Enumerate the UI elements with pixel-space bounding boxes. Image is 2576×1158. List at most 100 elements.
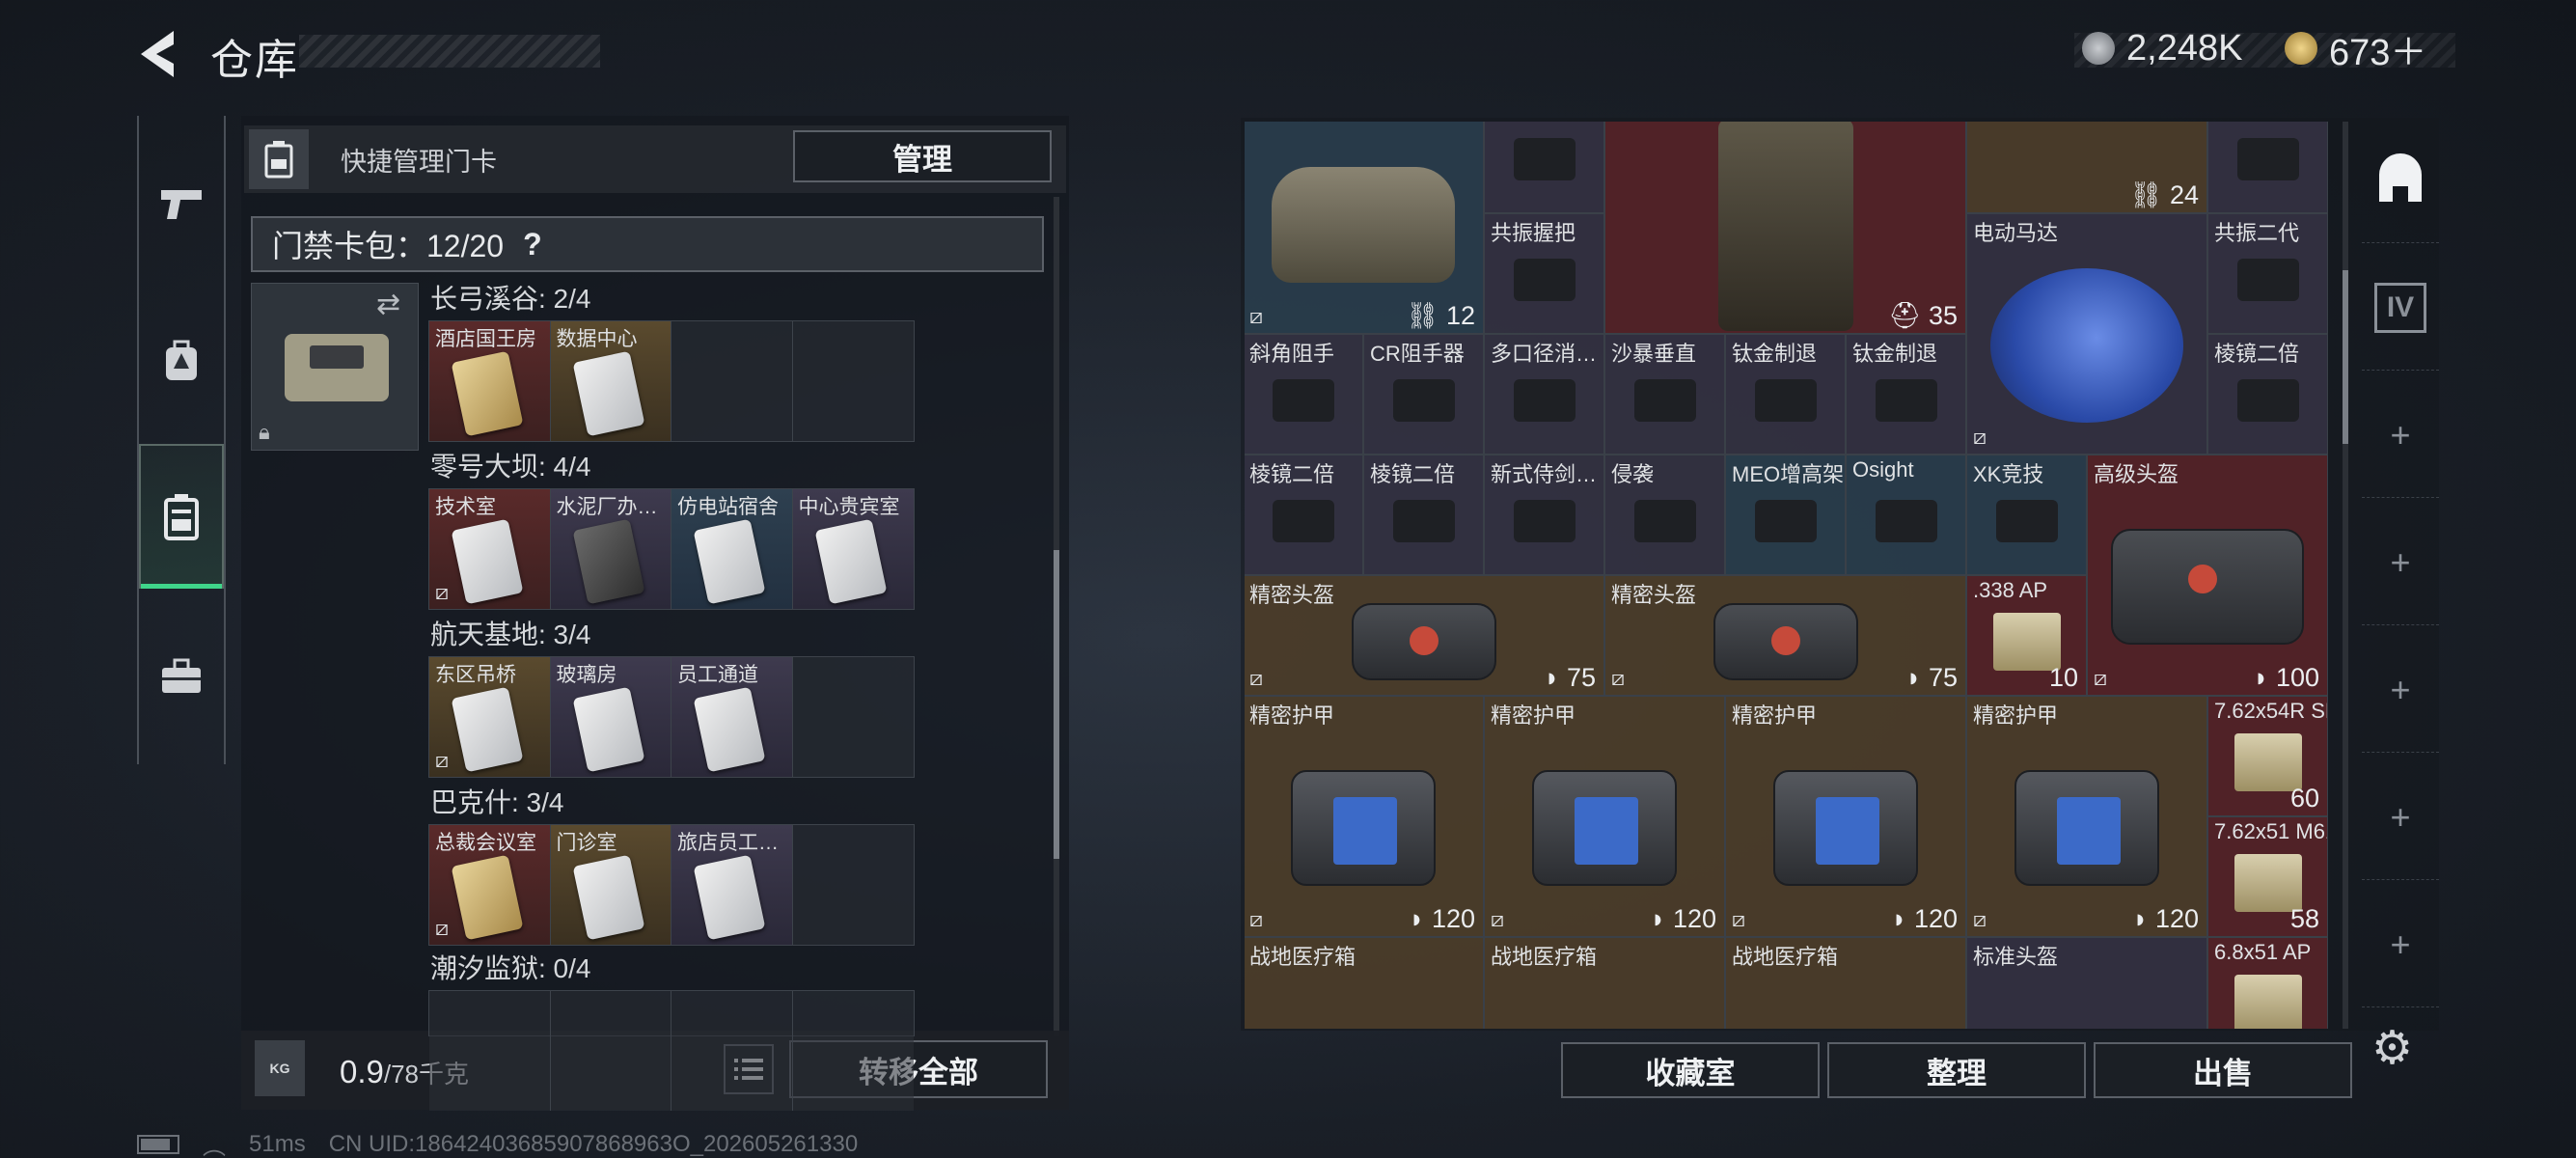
swap-icon[interactable]: ⇄	[376, 288, 400, 321]
empty-keycard-slot[interactable]	[671, 991, 793, 1111]
stash-item[interactable]: XK竞技	[1966, 455, 2087, 575]
keycard-slot[interactable]: 总裁会议室 ⧄	[429, 825, 551, 945]
duffel-bag-image	[1272, 167, 1455, 284]
keycard-slot[interactable]: 玻璃房	[550, 657, 671, 777]
stash-item[interactable]: 棱镜二倍	[2207, 334, 2328, 455]
empty-keycard-slot[interactable]	[792, 991, 914, 1111]
pistol-icon	[161, 190, 202, 219]
stash-item[interactable]: 电动马达 ⧄	[1966, 213, 2207, 455]
stash-item[interactable]: 棱镜二倍	[1245, 455, 1363, 575]
stash-item[interactable]: 多口径消…	[1484, 334, 1604, 455]
stash-item-count: 58	[2289, 904, 2319, 933]
stash-item[interactable]: .338 AP 10	[1966, 575, 2087, 696]
attachment-image	[1875, 499, 1937, 542]
stash-tab[interactable]	[2362, 118, 2439, 243]
stash-item-label: 共振握把	[1491, 221, 1576, 245]
empty-keycard-slot[interactable]	[671, 321, 793, 441]
help-icon[interactable]: ?	[523, 227, 542, 262]
stash-item[interactable]: 沙暴垂直	[1604, 334, 1725, 455]
stash-item[interactable]: 战地医疗箱	[1725, 937, 1966, 1029]
stash-item-label: 7.62x54R SNB	[2214, 699, 2327, 723]
add-tab[interactable]: +	[2362, 882, 2439, 1007]
gear-tab[interactable]	[139, 290, 224, 434]
stash-item[interactable]: 精密头盔 ◗ 75 ⧄	[1604, 575, 1966, 696]
quick-manage-label: 快捷管理门卡	[341, 148, 497, 177]
supplies-tab[interactable]	[139, 604, 224, 749]
stash-item[interactable]: ⛑ 35	[1604, 122, 1966, 334]
keycard-slot[interactable]: 门诊室	[550, 825, 671, 945]
empty-keycard-slot[interactable]	[550, 991, 671, 1111]
attachment-image	[1513, 378, 1576, 422]
stash-item[interactable]: CR阻手器	[1363, 334, 1484, 455]
page-title: 仓库	[210, 37, 299, 84]
stash-item[interactable]: 7.62x51 M61 58	[2207, 816, 2328, 937]
empty-keycard-slot[interactable]	[792, 321, 914, 441]
keycard-slot[interactable]: 旅店员工…	[671, 825, 793, 945]
stash-item-label: 钛金制退	[1852, 342, 1938, 366]
electric-motor-image	[1990, 268, 2183, 424]
keycard-tab[interactable]	[139, 444, 224, 589]
stash-item[interactable]: 精密头盔 ◗ 75 ⧄	[1245, 575, 1604, 696]
gear-icon[interactable]: ⚙	[2371, 1021, 2413, 1075]
stash-item[interactable]: ⛓ 24	[1966, 122, 2207, 213]
stash-icon	[2379, 152, 2422, 202]
add-tab[interactable]: +	[2362, 372, 2439, 498]
stash-item[interactable]: 三角洲 ⛓ 12 ⧄	[1245, 122, 1484, 334]
stash-item[interactable]: 棱镜二倍	[1363, 455, 1484, 575]
stash-item[interactable]	[2207, 122, 2328, 213]
attachment-image	[2236, 137, 2299, 180]
currency-gold[interactable]: 673＋	[2285, 27, 2426, 73]
tier4-tab[interactable]: IV	[2362, 245, 2439, 371]
stash-item[interactable]: 标准头盔	[1966, 937, 2207, 1029]
stash-item[interactable]	[1484, 122, 1604, 213]
sell-button[interactable]: 出售	[2094, 1042, 2352, 1098]
stash-item-count: ◗ 120	[2132, 904, 2199, 933]
keycard-slot[interactable]: 技术室 ⧄	[429, 489, 551, 609]
keycard-slot[interactable]: 员工通道	[671, 657, 793, 777]
stash-scrollbar-thumb[interactable]	[2343, 270, 2348, 444]
manage-button[interactable]: 管理	[793, 130, 1052, 182]
stash-item[interactable]: 7.62x54R SNB 60	[2207, 696, 2328, 816]
add-tab[interactable]: +	[2362, 755, 2439, 880]
stash-item[interactable]: 精密护甲 ◗ 120 ⧄	[1484, 696, 1725, 937]
keycard-slot[interactable]: 数据中心	[550, 321, 671, 441]
stash-item[interactable]: 斜角阻手	[1245, 334, 1363, 455]
stash-item-label: 共振二代	[2214, 221, 2300, 245]
stash-item[interactable]: 6.8x51 AP	[2207, 937, 2328, 1029]
map-title: 零号大坝: 4/4	[430, 452, 591, 482]
empty-keycard-slot[interactable]	[792, 825, 914, 945]
keycard-slot[interactable]: 水泥厂办…	[550, 489, 671, 609]
stash-item[interactable]: 钛金制退	[1725, 334, 1846, 455]
stash-item[interactable]: 新式侍剑…	[1484, 455, 1604, 575]
plus-icon: +	[2390, 669, 2411, 709]
keycard-slot[interactable]: 东区吊桥 ⧄	[429, 657, 551, 777]
unlocked-icon: ⧄	[2094, 666, 2107, 690]
back-button[interactable]	[135, 27, 183, 81]
stash-item[interactable]: Osight	[1846, 455, 1966, 575]
stash-item[interactable]: 战地医疗箱	[1484, 937, 1725, 1029]
stash-item[interactable]: 共振二代	[2207, 213, 2328, 334]
stash-item[interactable]: 侵袭	[1604, 455, 1725, 575]
add-tab[interactable]: +	[2362, 627, 2439, 753]
stash-item[interactable]: 精密护甲 ◗ 120 ⧄	[1966, 696, 2207, 937]
empty-keycard-slot[interactable]	[429, 991, 551, 1111]
keycard-slot[interactable]: 仿电站宿舍	[671, 489, 793, 609]
keycard-scrollbar-thumb[interactable]	[1054, 550, 1059, 859]
organize-button[interactable]: 整理	[1827, 1042, 2086, 1098]
empty-keycard-slot[interactable]	[792, 657, 914, 777]
weapons-tab[interactable]	[139, 131, 224, 276]
stash-item[interactable]: 高级头盔 ◗ 100 ⧄	[2087, 455, 2328, 696]
stash-item[interactable]: 精密护甲 ◗ 120 ⧄	[1245, 696, 1484, 937]
stash-item[interactable]: 钛金制退	[1846, 334, 1966, 455]
stash-item[interactable]: 精密护甲 ◗ 120 ⧄	[1725, 696, 1966, 937]
add-tab[interactable]: +	[2362, 500, 2439, 625]
collection-room-button[interactable]: 收藏室	[1561, 1042, 1820, 1098]
stash-scrollbar[interactable]	[2343, 122, 2348, 1029]
keycard-slot-row: 技术室 ⧄ 水泥厂办… 仿电站宿舍 中心贵宾室	[428, 488, 915, 610]
stash-item[interactable]: 战地医疗箱	[1245, 937, 1484, 1029]
keycard-slot[interactable]: 酒店国王房	[429, 321, 551, 441]
stash-item[interactable]: MEO增高架	[1725, 455, 1846, 575]
stash-item-label: 标准头盔	[1973, 945, 2059, 969]
keycard-slot[interactable]: 中心贵宾室	[792, 489, 914, 609]
stash-item[interactable]: 共振握把	[1484, 213, 1604, 334]
